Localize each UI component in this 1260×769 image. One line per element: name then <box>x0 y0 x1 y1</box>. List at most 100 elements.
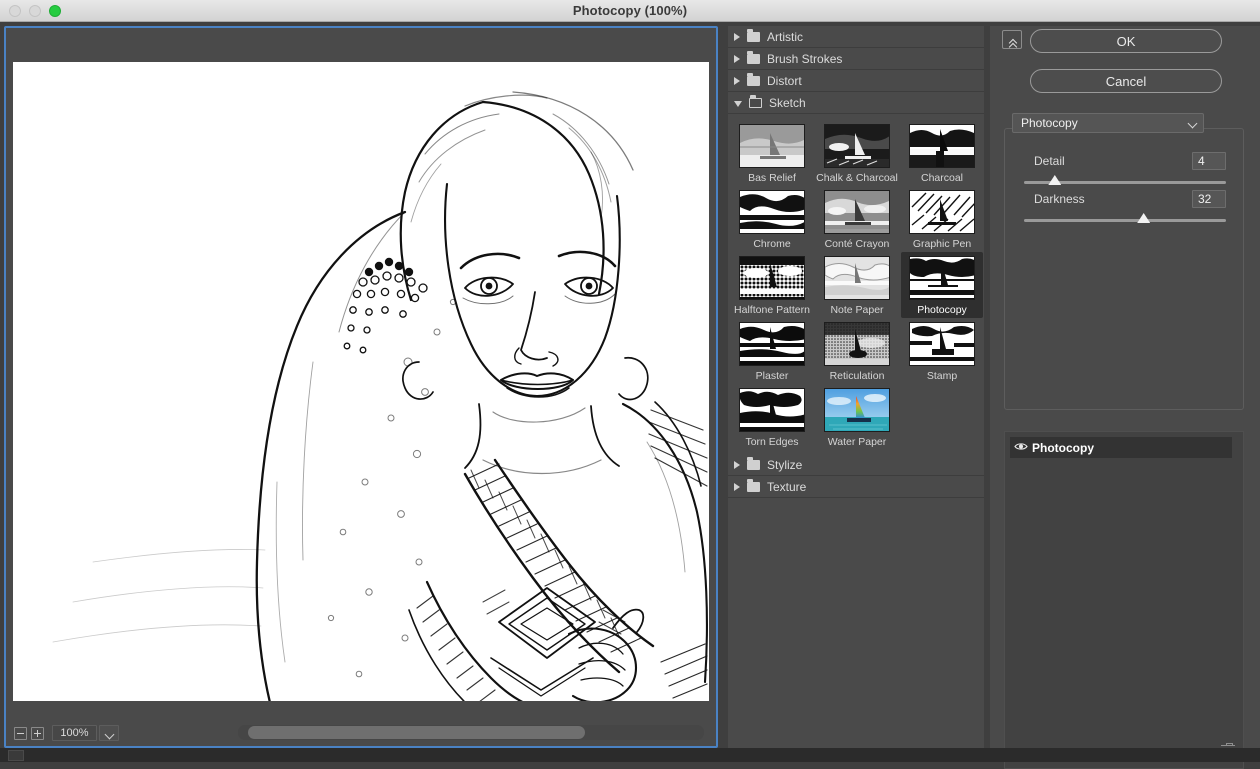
filter-item-label: Stamp <box>901 370 983 382</box>
filter-item-label: Chalk & Charcoal <box>816 172 898 184</box>
slider-track[interactable] <box>1024 181 1226 184</box>
slider-track[interactable] <box>1024 219 1226 222</box>
filter-thumbnail <box>824 388 890 432</box>
effect-layers-panel[interactable]: Photocopy <box>1004 431 1244 769</box>
filter-folder-distort[interactable]: Distort <box>728 70 984 92</box>
filter-thumbnail <box>739 322 805 366</box>
collapse-panel-button[interactable] <box>1002 30 1022 49</box>
visibility-eye-icon[interactable] <box>1010 442 1032 454</box>
chevron-down-icon[interactable] <box>734 101 742 107</box>
filter-thumbnail <box>739 256 805 300</box>
folder-icon <box>747 76 760 86</box>
slider-knob[interactable] <box>1137 213 1150 223</box>
filter-item-label: Chrome <box>731 238 813 250</box>
zoom-out-button[interactable] <box>14 727 27 740</box>
scrollbar-thumb[interactable] <box>248 726 585 739</box>
chevron-right-icon[interactable] <box>734 55 740 63</box>
zoom-in-button[interactable] <box>31 727 44 740</box>
filter-item-retic[interactable]: Reticulation <box>816 318 898 384</box>
filter-thumbnail <box>824 190 890 234</box>
filter-thumbnail <box>909 190 975 234</box>
filter-select-value: Photocopy <box>1021 116 1078 130</box>
chevron-right-icon[interactable] <box>734 77 740 85</box>
chevron-right-icon[interactable] <box>734 483 740 491</box>
filter-item-gpen[interactable]: Graphic Pen <box>901 186 983 252</box>
preview-horizontal-scrollbar[interactable] <box>238 725 704 740</box>
filter-thumbnail <box>824 322 890 366</box>
filter-item-halftone[interactable]: Halftone Pattern <box>731 252 813 318</box>
zoom-level-value[interactable]: 100% <box>52 725 97 741</box>
filter-item-label: Conté Crayon <box>816 238 898 250</box>
filter-folder-label: Sketch <box>769 96 806 110</box>
filter-browser-pane[interactable]: Artistic Brush Strokes Distort Sketch Bas R… <box>728 26 984 748</box>
filter-thumbnail <box>824 256 890 300</box>
filter-item-chrome[interactable]: Chrome <box>731 186 813 252</box>
filter-item-charcoal[interactable]: Charcoal <box>901 120 983 186</box>
chevron-right-icon[interactable] <box>734 461 740 469</box>
filter-thumbnail <box>739 388 805 432</box>
filter-item-label: Graphic Pen <box>901 238 983 250</box>
filter-item-label: Plaster <box>731 370 813 382</box>
effect-layer-name: Photocopy <box>1032 441 1094 455</box>
slider-value-field[interactable]: 32 <box>1192 190 1226 208</box>
filter-item-label: Photocopy <box>901 304 983 316</box>
folder-icon <box>747 32 760 42</box>
preview-canvas[interactable] <box>13 62 709 701</box>
filter-thumbnail <box>909 256 975 300</box>
filter-item-conte[interactable]: Conté Crayon <box>816 186 898 252</box>
slider-label: Detail <box>1034 154 1065 168</box>
slider-label: Darkness <box>1034 192 1085 206</box>
filter-folder-sketch[interactable]: Sketch <box>728 92 984 114</box>
preview-pane[interactable]: 100% <box>4 26 718 748</box>
filter-folder-label: Artistic <box>767 30 803 44</box>
slider-value-field[interactable]: 4 <box>1192 152 1226 170</box>
filter-folder-label: Distort <box>767 74 802 88</box>
window-title-bar: Photocopy (100%) <box>0 0 1260 22</box>
folder-icon <box>747 460 760 470</box>
preview-toolbar[interactable]: 100% <box>6 720 716 746</box>
filter-thumbnail <box>909 124 975 168</box>
filter-folder-brush-strokes[interactable]: Brush Strokes <box>728 48 984 70</box>
double-chevron-up-icon <box>1009 38 1016 42</box>
filter-item-label: Note Paper <box>816 304 898 316</box>
filter-item-plaster[interactable]: Plaster <box>731 318 813 384</box>
filter-thumbnail <box>909 322 975 366</box>
chevron-right-icon[interactable] <box>734 33 740 41</box>
filter-thumbnail <box>824 124 890 168</box>
filter-item-note[interactable]: Note Paper <box>816 252 898 318</box>
zoom-preset-chevron-down-icon[interactable] <box>99 725 119 741</box>
ok-button[interactable]: OK <box>1030 29 1222 53</box>
filter-thumbnail <box>739 124 805 168</box>
filter-item-label: Halftone Pattern <box>731 304 813 316</box>
filter-item-torn[interactable]: Torn Edges <box>731 384 813 450</box>
slider-row-detail: Detail 4 <box>1004 152 1244 174</box>
bottom-strip <box>0 748 1260 762</box>
bottom-strip-chip <box>8 750 24 761</box>
folder-icon <box>747 54 760 64</box>
folder-icon <box>747 482 760 492</box>
filter-folder-texture[interactable]: Texture <box>728 476 984 498</box>
folder-icon <box>749 98 762 108</box>
filter-folder-label: Brush Strokes <box>767 52 842 66</box>
filter-item-label: Charcoal <box>901 172 983 184</box>
slider-knob[interactable] <box>1048 175 1061 185</box>
effect-layer-row[interactable]: Photocopy <box>1010 437 1232 458</box>
filter-item-photocopy[interactable]: Photocopy <box>901 252 983 318</box>
filter-select[interactable]: Photocopy <box>1012 113 1204 133</box>
cancel-button[interactable]: Cancel <box>1030 69 1222 93</box>
chevron-down-icon <box>1188 119 1198 129</box>
filter-thumbnail-grid[interactable]: Bas ReliefChalk & CharcoalCharcoal Chrome… <box>728 114 984 454</box>
filter-item-label: Torn Edges <box>731 436 813 448</box>
filter-thumbnail <box>739 190 805 234</box>
filtered-portrait-image <box>13 62 709 701</box>
filter-folder-artistic[interactable]: Artistic <box>728 26 984 48</box>
filter-folder-stylize[interactable]: Stylize <box>728 454 984 476</box>
filter-item-label: Reticulation <box>816 370 898 382</box>
filter-item-relief[interactable]: Bas Relief <box>731 120 813 186</box>
filter-item-stamp[interactable]: Stamp <box>901 318 983 384</box>
options-pane[interactable]: OK Cancel Photocopy Detail 4 Darkness 32 Ph… <box>990 26 1260 748</box>
filter-item-water[interactable]: Water Paper <box>816 384 898 450</box>
parameter-sliders[interactable]: Detail 4 Darkness 32 <box>1004 152 1244 228</box>
filter-item-chalk[interactable]: Chalk & Charcoal <box>816 120 898 186</box>
filter-folder-label: Texture <box>767 480 806 494</box>
